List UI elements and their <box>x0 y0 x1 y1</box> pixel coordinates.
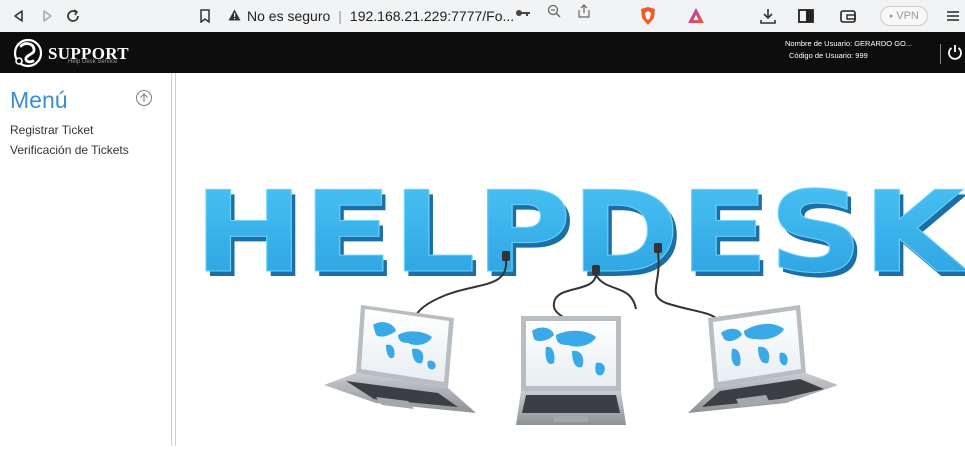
helpdesk-banner-image: HELPDESK HELPDESK <box>194 168 965 425</box>
user-info: Nombre de Usuario: GERARDO GO... Código … <box>785 38 935 62</box>
sidebar: Menú Registrar Ticket Verificación de Ti… <box>0 73 172 446</box>
main-content: HELPDESK HELPDESK <box>176 73 965 446</box>
laptop-left <box>324 305 476 413</box>
address-separator: | <box>338 8 342 24</box>
vpn-button[interactable]: ● VPN <box>880 6 928 26</box>
menu-title: Menú <box>10 87 68 113</box>
url-text[interactable]: 192.168.21.229:7777/Fo... <box>350 8 514 24</box>
reload-icon[interactable] <box>62 5 84 27</box>
zoom-icon[interactable] <box>547 4 561 23</box>
vpn-dot-icon: ● <box>889 12 894 20</box>
security-label[interactable]: No es seguro <box>247 8 330 24</box>
bookmark-icon[interactable] <box>194 5 216 27</box>
collapse-up-icon[interactable] <box>135 89 153 107</box>
address-bar[interactable]: No es seguro | 192.168.21.229:7777/Fo... <box>228 4 758 28</box>
user-name: Nombre de Usuario: GERARDO GO... <box>785 39 913 48</box>
back-icon[interactable] <box>8 5 30 27</box>
browser-toolbar: No es seguro | 192.168.21.229:7777/Fo...… <box>0 0 965 32</box>
brave-shield-icon[interactable] <box>638 6 658 26</box>
sidebar-item-verificacion-tickets[interactable]: Verificación de Tickets <box>10 143 129 157</box>
warning-icon <box>228 9 241 24</box>
laptop-center <box>516 316 626 425</box>
app-header: SUPPORT Help Desk Service Nombre de Usua… <box>0 32 965 73</box>
vpn-label: VPN <box>896 10 919 22</box>
user-code: Código de Usuario: 999 <box>789 51 868 60</box>
address-icons <box>515 4 591 23</box>
banner-word: HELPDESK <box>194 168 965 298</box>
logo-subtitle: Help Desk Service <box>68 59 118 65</box>
support-logo-icon <box>13 38 43 68</box>
share-icon[interactable] <box>577 4 591 23</box>
menu-hamburger-icon[interactable] <box>945 6 965 26</box>
download-icon[interactable] <box>758 6 778 26</box>
brave-rewards-icon[interactable] <box>686 6 706 26</box>
key-icon[interactable] <box>515 5 531 23</box>
power-icon[interactable] <box>946 43 964 61</box>
sidebar-item-registrar-ticket[interactable]: Registrar Ticket <box>10 123 93 137</box>
sidebar-toggle-icon[interactable] <box>796 6 816 26</box>
forward-icon[interactable] <box>36 5 58 27</box>
laptop-right <box>688 305 838 413</box>
header-separator <box>940 44 941 64</box>
wallet-icon[interactable] <box>838 6 858 26</box>
